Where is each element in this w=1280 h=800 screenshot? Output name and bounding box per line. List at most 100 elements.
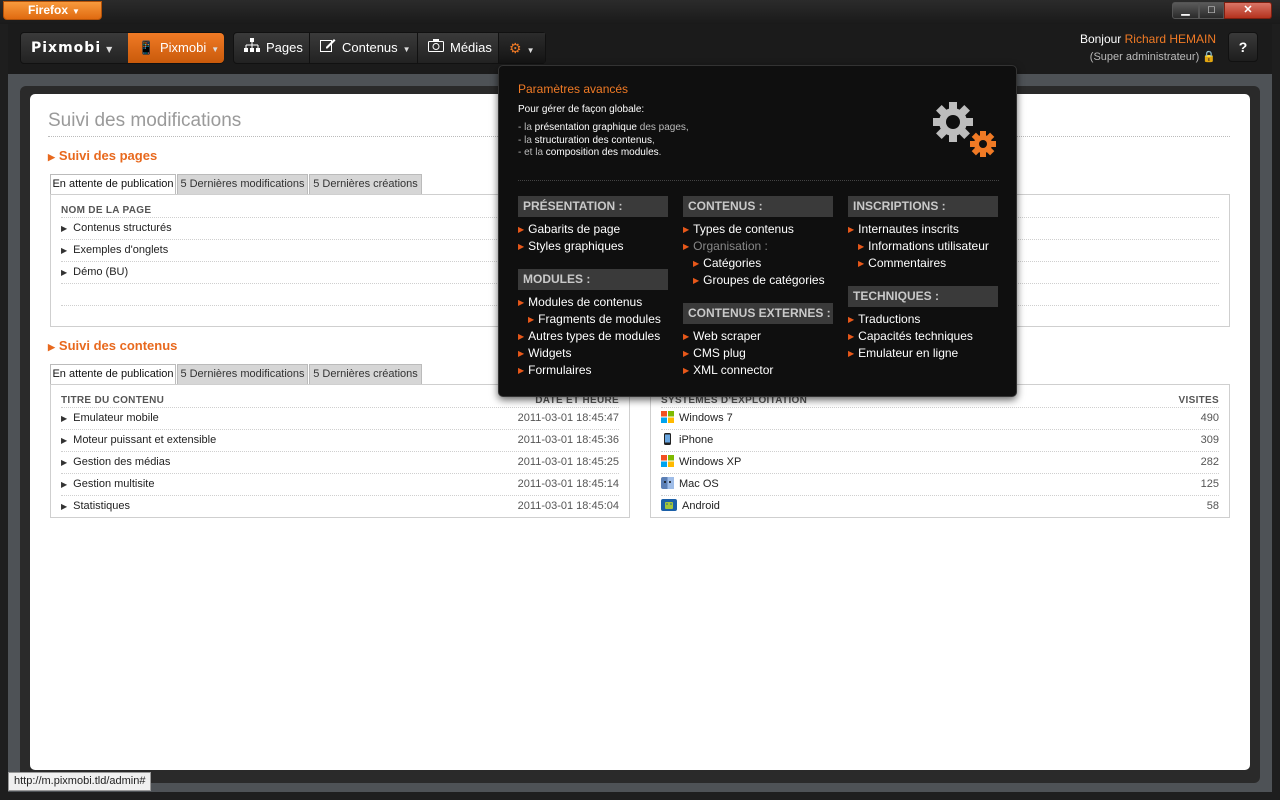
row-title: Contenus structurés [73,222,172,234]
link-label: Groupes de catégories [703,273,825,287]
nav-medias-label: Médias [450,40,492,55]
link-gabarits-de-page[interactable]: ▶ Gabarits de page [518,222,620,236]
table-row: Android 58 [661,495,1219,517]
link-commentaires[interactable]: ▶ Commentaires [858,256,946,270]
link-formulaires[interactable]: ▶ Formulaires [518,363,592,377]
link-groupes-de-categories[interactable]: ▶ Groupes de catégories [693,273,825,287]
row-title: Exemples d'onglets [73,244,169,256]
android-icon [661,498,677,511]
link-label: Autres types de modules [528,329,661,343]
link-cms-plug[interactable]: ▶ CMS plug [683,346,746,360]
link-autres-types-de-modules[interactable]: ▶ Autres types de modules [518,329,660,343]
link-xml-connector[interactable]: ▶ XML connector [683,363,773,377]
tab-last-modifications[interactable]: 5 Dernières modifications [177,364,308,384]
line-suffix: , [651,135,655,146]
triangle-right-icon: ▶ [683,366,690,375]
triangle-right-icon: ▶ [48,342,55,352]
table-row[interactable]: ▶ Moteur puissant et extensible 2011-03-01… [61,429,619,451]
os-name: Windows XP [679,456,742,468]
user-name-link[interactable]: Richard HEMAIN [1125,32,1216,46]
line-emphasis: structuration des contenus [534,135,652,146]
os-visits: 125 [1200,478,1219,490]
table-row[interactable]: ▶ Gestion des médias 2011-03-01 18:45:25 [61,451,619,473]
dropdown-head-inscriptions: INSCRIPTIONS : [848,196,998,217]
link-label: Web scraper [693,329,761,343]
maximize-button[interactable]: □ [1199,2,1224,19]
triangle-right-icon: ▶ [61,458,68,467]
link-informations-utilisateur[interactable]: ▶ Informations utilisateur [858,239,989,253]
tab-pending-publication[interactable]: En attente de publication [50,174,176,195]
dropdown-intro-line: - et la composition des modules. [518,147,661,158]
table-row[interactable]: ▶ Statistiques 2011-03-01 18:45:04 [61,495,619,517]
dropdown-head-contenus: CONTENUS : [683,196,833,217]
nav-medias[interactable]: Médias [418,33,498,63]
close-window-button[interactable]: ✕ [1224,2,1272,19]
link-label: Traductions [858,312,921,326]
chevron-down-icon: ▼ [526,46,535,55]
triangle-right-icon: ▶ [848,315,855,324]
tab-last-modifications[interactable]: 5 Dernières modifications [177,174,308,194]
line-prefix: - la [518,122,535,133]
link-styles-graphiques[interactable]: ▶ Styles graphiques [518,239,624,253]
row-date: 2011-03-01 18:45:36 [517,434,619,446]
nav-contenus[interactable]: Contenus ▼ [310,33,417,63]
link-traductions[interactable]: ▶ Traductions [848,312,920,326]
label-organisation: ▶ Organisation : [683,239,768,253]
triangle-right-icon: ▶ [61,224,68,233]
link-capacites-techniques[interactable]: ▶ Capacités techniques [848,329,973,343]
link-label: Catégories [703,256,762,270]
link-emulateur-en-ligne[interactable]: ▶ Emulateur en ligne [848,346,958,360]
link-modules-de-contenus[interactable]: ▶ Modules de contenus [518,295,642,309]
advanced-settings-dropdown: Paramètres avancés Pour gérer de façon g… [498,65,1017,397]
link-fragments-de-modules[interactable]: ▶ Fragments de modules [528,312,661,326]
line-emphasis: présentation graphique [534,122,637,133]
minimize-button[interactable]: ▁ [1172,2,1199,19]
link-categories[interactable]: ▶ Catégories [693,256,761,270]
table-row[interactable]: ▶ Emulateur mobile 2011-03-01 18:45:47 [61,407,619,429]
triangle-right-icon: ▶ [858,259,865,268]
sitemap-icon [244,33,260,63]
link-label: Organisation : [693,239,768,253]
os-name: iPhone [679,434,714,446]
section-title-contents: ▶ Suivi des contenus [48,338,177,353]
row-title: Emulateur mobile [73,412,159,424]
dropdown-head-presentation: PRÉSENTATION : [518,196,668,217]
windows-icon [661,454,674,467]
tab-last-creations[interactable]: 5 Dernières créations [309,364,422,384]
triangle-right-icon: ▶ [61,502,68,511]
link-label: Gabarits de page [528,222,621,236]
pixmobi-logo-menu[interactable]: Pixmobi ▼ [21,33,126,63]
help-button[interactable]: ? [1228,32,1258,62]
user-greeting: Bonjour Richard HEMAIN [1080,32,1216,46]
triangle-right-icon: ▶ [528,315,535,324]
section-title-pages: ▶ Suivi des pages [48,148,157,163]
firefox-menu-button[interactable]: Firefox ▼ [3,1,102,20]
link-label: Styles graphiques [528,239,624,253]
link-label: Capacités techniques [858,329,973,343]
contents-panel: TITRE DU CONTENU DATE ET HEURE ▶ Emulateu… [50,384,630,518]
triangle-right-icon: ▶ [848,332,855,341]
advanced-settings-menu[interactable]: ⚙ ▼ [499,33,545,63]
link-internautes-inscrits[interactable]: ▶ Internautes inscrits [848,222,959,236]
tab-pending-publication[interactable]: En attente de publication [50,364,176,385]
site-selector[interactable]: 📱 Pixmobi ▼ [128,33,224,63]
browser-titlebar: Firefox ▼ ▁ □ ✕ [0,0,1280,24]
triangle-right-icon: ▶ [518,332,525,341]
nav-pages[interactable]: Pages [234,33,309,63]
edit-icon [320,33,336,63]
gears-icon [931,100,1001,160]
tab-last-creations[interactable]: 5 Dernières créations [309,174,422,194]
line-emphasis: composition des modules [545,147,659,158]
row-date: 2011-03-01 18:45:25 [517,456,619,468]
os-name: Android [682,500,720,512]
table-row: iPhone 309 [661,429,1219,451]
triangle-right-icon: ▶ [48,152,55,162]
dropdown-title: Paramètres avancés [518,82,629,96]
link-widgets[interactable]: ▶ Widgets [518,346,572,360]
chevron-down-icon: ▼ [106,45,114,54]
link-web-scraper[interactable]: ▶ Web scraper [683,329,761,343]
link-types-de-contenus[interactable]: ▶ Types de contenus [683,222,794,236]
table-row[interactable]: ▶ Gestion multisite 2011-03-01 18:45:14 [61,473,619,495]
lock-icon[interactable]: 🔒 [1202,51,1216,63]
table-row: Mac OS 125 [661,473,1219,495]
